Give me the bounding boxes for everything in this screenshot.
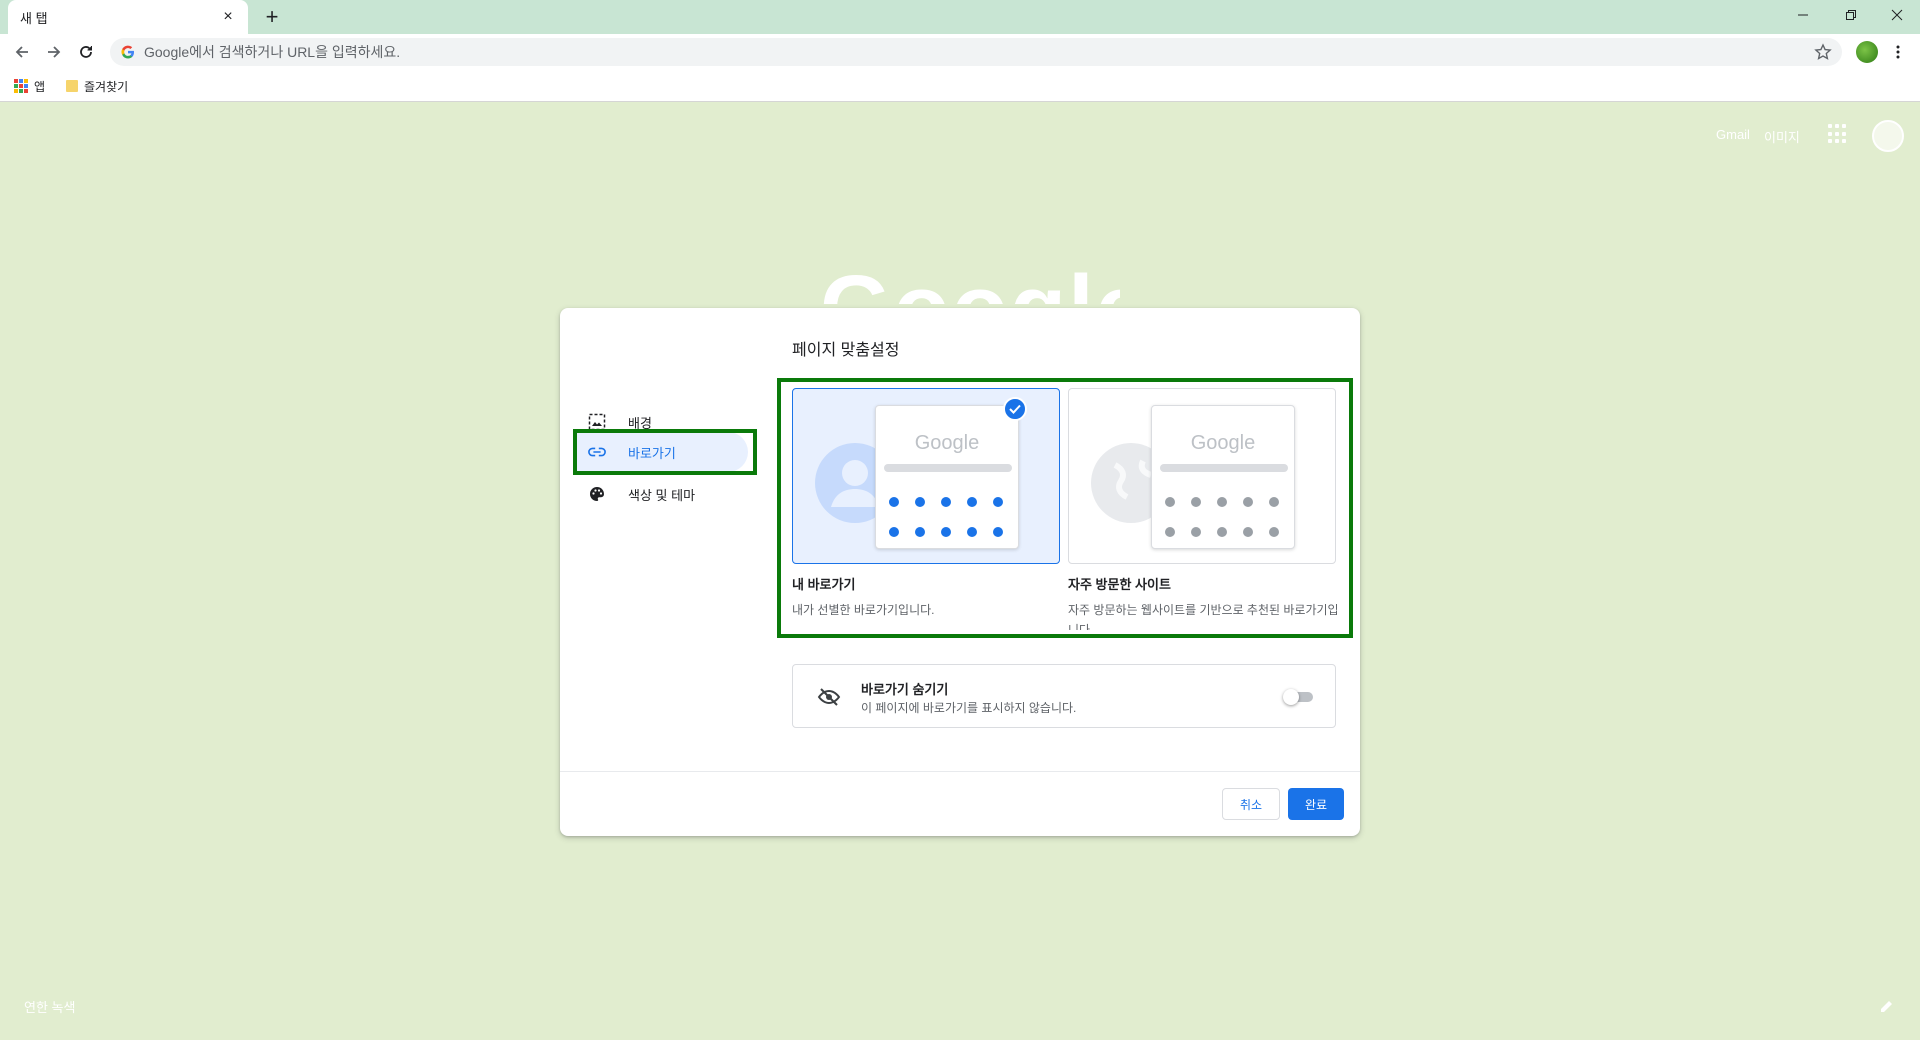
option-most-visited[interactable]: Google: [1068, 388, 1336, 564]
back-arrow-icon: [15, 46, 28, 58]
close-icon: [1891, 9, 1903, 21]
background-icon: [588, 413, 606, 431]
gmail-link[interactable]: Gmail: [1716, 127, 1750, 142]
more-vert-icon: [1896, 45, 1900, 59]
images-link[interactable]: 이미지: [1764, 127, 1800, 146]
minimize-button[interactable]: [1780, 0, 1826, 30]
google-g-icon: [121, 45, 134, 59]
option-most-visited-label: 자주 방문한 사이트: [1068, 577, 1171, 592]
account-avatar[interactable]: [1872, 120, 1904, 152]
reload-button[interactable]: [72, 38, 100, 66]
bookmark-star-icon[interactable]: [1814, 43, 1832, 61]
menu-item-label: 바로가기: [628, 445, 676, 461]
option-my-shortcuts-label: 내 바로가기: [792, 577, 856, 592]
option-most-visited-desc: 자주 방문하는 웹사이트를 기반으로 추천된 바로가기입니다.: [1068, 603, 1339, 630]
restore-button[interactable]: [1828, 0, 1874, 30]
omnibox-placeholder: Google에서 검색하거나 URL을 입력하세요.: [144, 44, 401, 60]
mini-search-bar: [884, 464, 1012, 472]
option-my-shortcuts-desc: 내가 선별한 바로가기입니다.: [792, 603, 935, 617]
menu-item-label: 배경: [628, 415, 652, 431]
hide-shortcuts-toggle[interactable]: [1283, 689, 1315, 705]
profile-avatar[interactable]: [1856, 41, 1878, 63]
customize-pencil-icon[interactable]: [1878, 997, 1896, 1015]
apps-icon: [14, 79, 28, 93]
new-tab-button[interactable]: +: [260, 4, 284, 29]
hide-shortcuts-title: 바로가기 숨기기: [861, 682, 949, 697]
restore-icon: [1846, 10, 1856, 20]
link-icon: [588, 443, 606, 461]
mini-search-bar: [1160, 464, 1288, 472]
palette-icon: [588, 485, 606, 503]
dialog-title: 페이지 맞춤설정: [792, 342, 900, 359]
shortcut-dots: [1165, 497, 1285, 537]
mini-google-logo: Google: [914, 432, 980, 454]
google-apps-icon[interactable]: [1828, 124, 1848, 144]
menu-item-color-theme[interactable]: 색상 및 테마: [576, 474, 748, 514]
bookmark-folder[interactable]: 즐겨찾기: [66, 76, 128, 96]
forward-button[interactable]: [40, 38, 68, 66]
reload-icon: [80, 46, 92, 58]
close-window-button[interactable]: [1874, 0, 1920, 30]
menu-item-shortcuts[interactable]: 바로가기: [576, 432, 748, 472]
mini-ntp-preview: Google: [1151, 405, 1295, 549]
visibility-off-icon: [817, 688, 841, 706]
tab-title: 새 탭: [20, 10, 48, 26]
minimize-icon: [1798, 14, 1808, 16]
bookmark-apps[interactable]: 앱: [14, 76, 45, 96]
back-button[interactable]: [8, 38, 36, 66]
tab-strip: 새 탭 × +: [0, 0, 1920, 34]
hide-shortcuts-row: 바로가기 숨기기 이 페이지에 바로가기를 표시하지 않습니다.: [792, 664, 1336, 728]
forward-arrow-icon: [48, 46, 61, 58]
omnibox[interactable]: Google에서 검색하거나 URL을 입력하세요.: [110, 38, 1842, 66]
bookmark-apps-label: 앱: [34, 79, 46, 94]
chrome-menu-button[interactable]: [1886, 40, 1910, 64]
tab-new-tab[interactable]: 새 탭 ×: [8, 0, 248, 34]
mini-ntp-preview: Google: [875, 405, 1019, 549]
footer-divider: [560, 771, 1360, 772]
bookmarks-bar: 앱 즐겨찾기: [0, 70, 1920, 102]
shortcut-dots: [889, 497, 1009, 537]
hide-shortcuts-desc: 이 페이지에 바로가기를 표시하지 않습니다.: [861, 701, 1077, 715]
tab-close-icon[interactable]: ×: [220, 8, 236, 25]
cancel-button[interactable]: 취소: [1222, 788, 1280, 820]
checkmark-icon: [1003, 397, 1027, 421]
done-button[interactable]: 완료: [1288, 788, 1344, 820]
folder-icon: [66, 80, 78, 92]
bookmark-folder-label: 즐겨찾기: [84, 79, 129, 94]
toggle-knob: [1283, 689, 1299, 705]
customize-dialog: 페이지 맞춤설정 배경 바로가기 색상 및 테마 Google 내 바로가기 내…: [560, 308, 1360, 836]
google-logo: Google: [820, 252, 1120, 304]
theme-attribution: 연한 녹색: [24, 1000, 76, 1015]
mini-google-logo: Google: [1190, 432, 1256, 454]
option-my-shortcuts[interactable]: Google: [792, 388, 1060, 564]
toolbar: Google에서 검색하거나 URL을 입력하세요.: [0, 34, 1920, 70]
menu-item-label: 색상 및 테마: [628, 487, 696, 503]
